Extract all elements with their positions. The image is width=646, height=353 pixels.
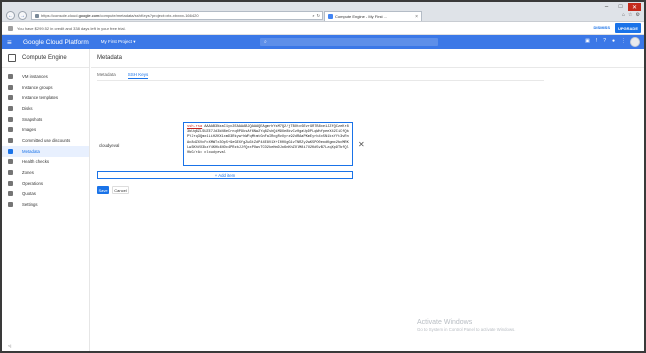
- dismiss-button[interactable]: DISMISS: [594, 25, 610, 30]
- address-bar[interactable]: https://console.cloud.google.com/compute…: [31, 11, 323, 20]
- product-title[interactable]: Google Cloud Platform: [23, 39, 89, 46]
- window-controls: – □ ✕: [600, 3, 641, 11]
- forward-arrow-icon[interactable]: →: [18, 11, 27, 20]
- lock-icon: [35, 13, 39, 18]
- sidebar-header: Compute Engine: [2, 49, 89, 68]
- search-icon: ⌕: [264, 39, 267, 45]
- discount-icon: [8, 137, 13, 143]
- favicon-icon: [328, 14, 333, 19]
- ssh-key-username: cloudyeval: [99, 143, 120, 148]
- add-item-button[interactable]: + Add item: [97, 171, 353, 179]
- sidebar: Compute Engine VM instances Instance gro…: [2, 49, 90, 351]
- sidebar-item-images[interactable]: Images: [2, 124, 89, 135]
- upgrade-button[interactable]: UPGRADE: [615, 23, 641, 33]
- close-window-button[interactable]: ✕: [628, 3, 641, 11]
- sidebar-item-committed-use-discounts[interactable]: Committed use discounts: [2, 135, 89, 146]
- search-input[interactable]: ⌕: [260, 38, 438, 46]
- activation-watermark: Activate Windows Go to System in Control…: [417, 319, 516, 332]
- home-icon[interactable]: ⌂: [622, 12, 625, 18]
- browser-chrome: – □ ✕ ← → https://console.cloud.google.c…: [2, 2, 644, 22]
- app-bar: ≡ Google Cloud Platform My First Project…: [2, 35, 644, 49]
- ssh-key-textarea[interactable]: ssh-rsa AAAAB3NzaC1yc2EAAAABJQAAAQEAgmrh…: [183, 122, 353, 166]
- sidebar-item-snapshots[interactable]: Snapshots: [2, 114, 89, 125]
- tab-title: Compute Engine - My First ...: [335, 14, 388, 19]
- sidebar-item-health-checks[interactable]: Health checks: [2, 157, 89, 168]
- maximize-button[interactable]: □: [614, 3, 627, 11]
- project-selector[interactable]: My First Project ▾: [101, 39, 136, 45]
- zones-icon: [8, 170, 13, 176]
- metadata-icon: [8, 148, 13, 154]
- sidebar-item-quotas[interactable]: Quotas: [2, 189, 89, 200]
- page-title: Metadata: [97, 55, 123, 61]
- back-arrow-icon[interactable]: ←: [6, 11, 15, 20]
- snapshot-icon: [8, 116, 13, 122]
- save-button[interactable]: Save: [97, 186, 109, 194]
- help-icon[interactable]: ?: [603, 38, 606, 44]
- page: You have $299.52 in credit and 338 days …: [2, 22, 644, 351]
- page-header: Metadata: [91, 49, 644, 68]
- tab-close-icon[interactable]: ×: [415, 14, 418, 20]
- image-icon: [8, 127, 13, 133]
- quotas-icon: [8, 191, 13, 197]
- browser-tab[interactable]: Compute Engine - My First ... ×: [324, 11, 422, 21]
- main-content: Metadata Metadata SSH Keys cloudyeval ss…: [91, 49, 644, 351]
- sidebar-item-zones[interactable]: Zones: [2, 167, 89, 178]
- sidebar-item-instance-groups[interactable]: Instance groups: [2, 82, 89, 93]
- search-icon[interactable]: ⌕: [312, 13, 314, 18]
- sidebar-item-metadata[interactable]: Metadata: [2, 145, 89, 157]
- group-icon: [8, 84, 13, 90]
- settings-icon: [8, 202, 13, 208]
- compute-engine-icon: [8, 54, 16, 62]
- template-icon: [8, 95, 13, 101]
- sidebar-item-operations[interactable]: Operations: [2, 178, 89, 189]
- sidebar-item-disks[interactable]: Disks: [2, 103, 89, 114]
- health-check-icon: [8, 159, 13, 165]
- settings-gear-icon[interactable]: ⚙: [636, 12, 640, 18]
- tab-bar: Metadata SSH Keys: [97, 70, 149, 79]
- sidebar-item-vm-instances[interactable]: VM instances: [2, 71, 89, 82]
- operations-icon: [8, 180, 13, 186]
- remove-key-icon[interactable]: ✕: [358, 140, 365, 149]
- minimize-button[interactable]: –: [600, 3, 613, 11]
- menu-icon[interactable]: ≡: [7, 38, 17, 47]
- refresh-icon[interactable]: ↻: [317, 13, 320, 18]
- gift-icon: [8, 25, 13, 31]
- disk-icon: [8, 105, 13, 111]
- collapse-sidebar-icon[interactable]: <|: [8, 343, 11, 348]
- url-text: https://console.cloud.google.com/compute…: [41, 13, 199, 18]
- more-icon[interactable]: ⋮: [621, 38, 626, 44]
- cancel-button[interactable]: Cancel: [112, 186, 129, 194]
- tab-metadata[interactable]: Metadata: [97, 70, 116, 79]
- trial-text: You have $299.52 in credit and 338 days …: [17, 25, 126, 31]
- tab-ssh-keys[interactable]: SSH Keys: [127, 70, 149, 79]
- cloud-shell-icon[interactable]: ▣: [585, 38, 590, 44]
- trial-banner: You have $299.52 in credit and 338 days …: [2, 22, 644, 35]
- favorites-icon[interactable]: ☆: [628, 12, 632, 18]
- sidebar-item-settings[interactable]: Settings: [2, 199, 89, 210]
- sidebar-item-instance-templates[interactable]: Instance templates: [2, 92, 89, 103]
- vm-icon: [8, 73, 13, 79]
- tab-divider: [97, 80, 544, 81]
- alert-icon[interactable]: !: [596, 38, 597, 44]
- avatar[interactable]: [630, 37, 640, 47]
- notifications-icon[interactable]: ●: [612, 38, 615, 44]
